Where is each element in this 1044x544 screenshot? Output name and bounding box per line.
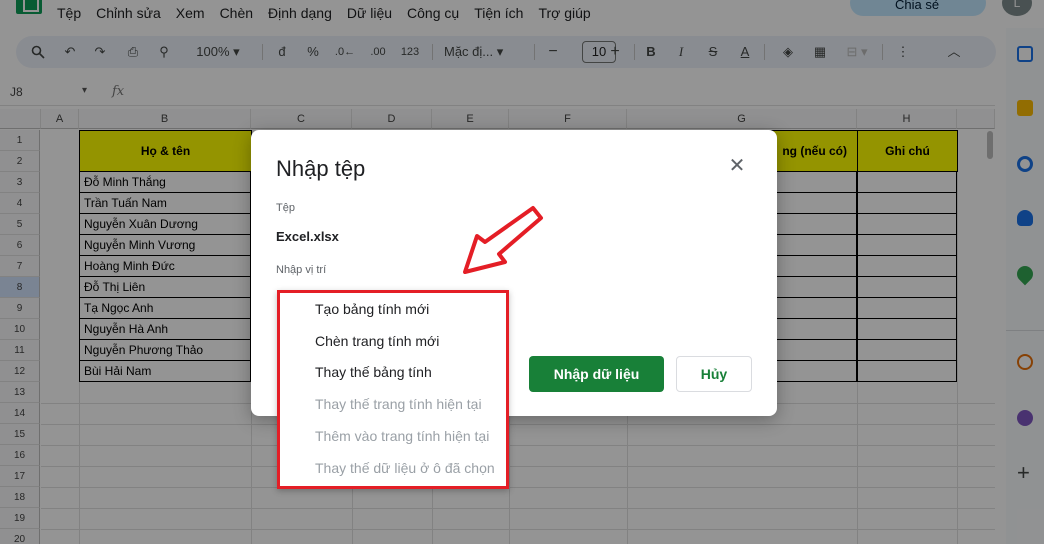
import-data-button[interactable]: Nhập dữ liệu — [529, 356, 664, 392]
option-create-new-spreadsheet[interactable]: Tạo bảng tính mới — [315, 301, 429, 317]
spreadsheet-window: Tệp Chỉnh sửa Xem Chèn Định dạng Dữ liệu… — [0, 0, 1044, 544]
import-location-dropdown: Tạo bảng tính mới Chèn trang tính mới Th… — [277, 290, 509, 489]
option-append-to-current-sheet: Thêm vào trang tính hiện tại — [315, 428, 490, 444]
option-insert-new-sheet[interactable]: Chèn trang tính mới — [315, 333, 439, 349]
close-icon[interactable]: ✕ — [727, 156, 747, 176]
cancel-button[interactable]: Hủy — [676, 356, 752, 392]
import-location-label: Nhập vị trí — [276, 264, 327, 276]
option-replace-spreadsheet[interactable]: Thay thế bảng tính — [315, 364, 432, 380]
file-label: Tệp — [276, 202, 295, 214]
annotation-arrow-icon — [463, 206, 543, 274]
dialog-title: Nhập tệp — [276, 156, 366, 181]
option-replace-current-sheet: Thay thế trang tính hiện tại — [315, 396, 482, 412]
file-name: Excel.xlsx — [276, 229, 339, 244]
option-replace-data-at-selected-cell: Thay thế dữ liệu ở ô đã chọn — [315, 460, 495, 476]
